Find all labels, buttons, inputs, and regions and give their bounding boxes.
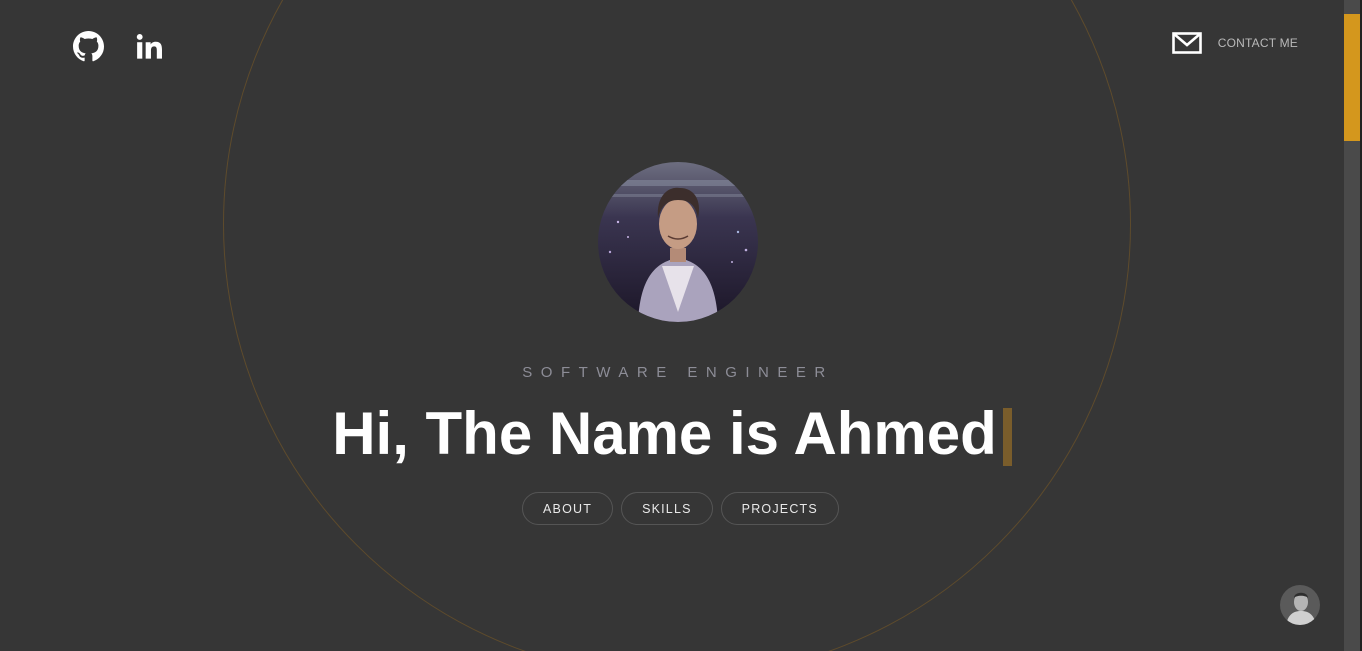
hero-headline: Hi, The Name is Ahmed (0, 400, 1344, 468)
linkedin-icon (136, 33, 162, 59)
github-icon (72, 30, 104, 61)
profile-photo (598, 162, 758, 322)
about-button[interactable]: ABOUT (522, 492, 614, 525)
section-nav: ABOUT SKILLS PROJECTS (522, 492, 839, 525)
headline-text: Hi, The Name is Ahmed (332, 400, 997, 467)
mail-icon (1171, 32, 1202, 54)
skills-button[interactable]: SKILLS (621, 492, 713, 525)
contact-me-label: CONTACT ME (1217, 36, 1298, 50)
projects-button[interactable]: PROJECTS (720, 492, 839, 525)
linkedin-link[interactable] (131, 28, 167, 64)
typing-cursor (1002, 408, 1012, 466)
scrollbar-thumb[interactable] (1344, 14, 1360, 141)
contact-me-link[interactable]: CONTACT ME (1171, 32, 1298, 54)
scrollbar[interactable] (1344, 0, 1362, 651)
chat-avatar-button[interactable] (1280, 585, 1320, 625)
portfolio-page: CONTACT ME SOFTWARE ENGINEER Hi, The Nam… (0, 0, 1344, 651)
github-link[interactable] (70, 28, 106, 64)
background-ring (223, 0, 1131, 651)
role-subtitle: SOFTWARE ENGINEER (522, 364, 834, 381)
